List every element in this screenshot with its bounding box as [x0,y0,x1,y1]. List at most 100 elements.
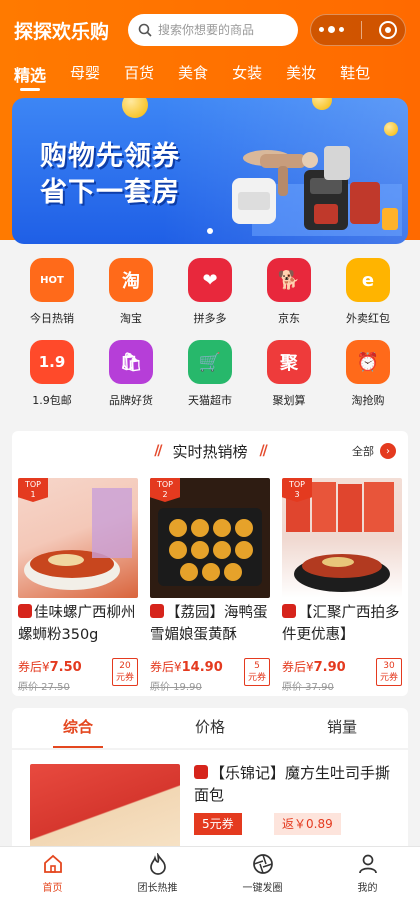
shortcut-brand-goods[interactable]: 🛍 品牌好货 [93,340,169,408]
taobao-icon: 淘 [109,258,153,302]
promo-banner[interactable]: 购物先领券 省下一套房 [12,98,408,244]
tab-baby[interactable]: 母婴 [70,62,100,96]
chevron-right-icon: › [380,443,396,459]
price-row: 券后¥14.90 原价 19.90 5 元券 [150,658,270,693]
tab-beauty[interactable]: 美妆 [286,62,316,96]
header-top-bar: 探探欢乐购 [14,12,406,48]
bottom-navigation: 首页 团长热推 一键发圈 我的 [0,846,420,900]
shortcut-label: 品牌好货 [109,394,153,407]
product-title: 【乐锦记】魔方生吐司手撕面包 [194,764,391,804]
search-input[interactable] [158,23,288,37]
coupon-badge[interactable]: 30 元券 [376,658,402,686]
tab-price[interactable]: 价格 [144,708,276,748]
sort-tabs: 综合 价格 销量 [12,708,408,748]
hot-product-card[interactable]: TOP 1 佳味螺广西柳州螺蛳粉350g 券后¥7.50 原价 27.50 20 元… [18,478,138,693]
tab-shoes-bags[interactable]: 鞋包 [340,62,370,96]
price-row: 券后¥7.90 原价 37.90 30 元券 [282,658,402,693]
shortcut-juhuasuan[interactable]: 聚 聚划算 [251,340,327,408]
original-price: 原价 19.90 [150,682,202,693]
view-all-label: 全部 [352,445,374,458]
rank-badge: TOP 3 [282,478,312,502]
tmall-icon [18,604,32,618]
rebate-badge: 返￥0.89 [274,813,341,835]
coin-icon [312,98,332,110]
brand-bag-icon: 🛍 [109,340,153,384]
more-menu-icon[interactable] [319,26,345,33]
search-box[interactable] [128,14,298,46]
shortcut-label: 淘抢购 [351,394,385,407]
coupon-price: 券后¥7.50 [18,660,82,675]
coupon-price: 券后¥14.90 [150,660,223,675]
takeout-icon: e [346,258,390,302]
jd-icon: 🐕 [267,258,311,302]
nav-home[interactable]: 首页 [0,847,105,900]
product-image: TOP 2 [150,478,270,598]
product-image: TOP 3 [282,478,402,598]
tab-womens-clothing[interactable]: 女装 [232,62,262,96]
nav-leader-picks[interactable]: 团长热推 [105,847,210,900]
view-all-link[interactable]: 全部 › [352,443,396,459]
nav-label: 团长热推 [137,883,178,894]
product-title: 【汇聚广西拍多件更优惠】 [282,604,400,643]
product-title: 佳味螺广西柳州螺蛳粉350g [18,604,136,643]
tab-overall[interactable]: 综合 [12,708,144,748]
hot-ranking-header: // 实时热销榜 // [12,431,408,471]
price-row: 券后¥7.50 原价 27.50 20 元券 [18,658,138,693]
banner-subheadline: 省下一套房 [40,177,180,208]
banner-headline: 购物先领券 [40,141,180,172]
hot-ranking-card: // 实时热销榜 // 全部 › TOP 1 佳味螺广西柳州螺蛳粉350g 券后¥… [12,431,408,696]
tmall-icon [282,604,296,618]
coin-icon [122,98,148,118]
shortcut-taobao[interactable]: 淘 淘宝 [93,258,169,326]
fire-icon [149,853,166,875]
appliances-illustration [232,146,402,236]
close-miniprogram-icon[interactable] [378,21,397,39]
product-title: 【荔园】海鸭蛋雪媚娘蛋黄酥 [150,604,268,643]
hot-product-card[interactable]: TOP 3 【汇聚广西拍多件更优惠】 券后¥7.90 原价 37.90 30 元券 [282,478,402,693]
shortcut-pinduoduo[interactable]: ❤ 拼多多 [172,258,248,326]
decorative-slash-icon: // [259,443,268,459]
carousel-indicator[interactable] [207,228,213,234]
tmall-market-icon: 🛒 [188,340,232,384]
nav-share-moments[interactable]: 一键发圈 [210,847,315,900]
coupon-badge[interactable]: 5元券 [194,813,242,835]
shortcut-takeout-coupon[interactable]: e 外卖红包 [330,258,406,326]
shortcut-free-shipping[interactable]: 1.9 1.9包邮 [14,340,90,408]
tab-food[interactable]: 美食 [178,62,208,96]
coupon-badge[interactable]: 5元券 [244,658,270,686]
product-list-item[interactable]: 【乐锦记】魔方生吐司手撕面包 5元券 返￥0.89 [12,750,408,850]
product-image: TOP 1 [18,478,138,598]
free-shipping-icon: 1.9 [30,340,74,384]
decorative-slash-icon: // [154,443,162,459]
hot-product-card[interactable]: TOP 2 【荔园】海鸭蛋雪媚娘蛋黄酥 券后¥14.90 原价 19.90 5 元券 [150,478,270,693]
alarm-clock-icon: ⏰ [346,340,390,384]
shortcut-label: 今日热销 [30,312,74,325]
shortcut-grid: HOT 今日热销 淘 淘宝 ❤ 拼多多 🐕 京东 e 外卖红包 1.9 1.9包… [0,258,420,422]
coupon-badge[interactable]: 20 元券 [112,658,138,686]
tab-sales[interactable]: 销量 [276,708,408,748]
pinduoduo-icon: ❤ [188,258,232,302]
category-tabs: 精选 母婴 百货 美食 女装 美妆 鞋包 [14,62,420,96]
user-icon [358,854,377,874]
nav-label: 首页 [42,883,63,894]
shortcut-label: 京东 [278,312,300,325]
home-icon [43,854,62,873]
product-image [30,764,180,850]
shortcut-today-hot[interactable]: HOT 今日热销 [14,258,90,326]
hot-product-list: TOP 1 佳味螺广西柳州螺蛳粉350g 券后¥7.50 原价 27.50 20 元… [18,478,402,693]
shortcut-label: 聚划算 [272,394,306,407]
rank-badge: TOP 1 [18,478,48,502]
app-title: 探探欢乐购 [14,20,110,43]
tab-general-merchandise[interactable]: 百货 [124,62,154,96]
shortcut-label: 天猫超市 [188,394,232,407]
shortcut-flash-sale[interactable]: ⏰ 淘抢购 [330,340,406,408]
rank-badge: TOP 2 [150,478,180,502]
tmall-icon [150,604,164,618]
shortcut-jd[interactable]: 🐕 京东 [251,258,327,326]
shutter-icon [252,854,273,874]
search-icon [138,23,152,37]
shortcut-tmall-market[interactable]: 🛒 天猫超市 [172,340,248,408]
miniprogram-capsule [310,14,406,46]
nav-profile[interactable]: 我的 [315,847,420,900]
tab-featured[interactable]: 精选 [14,62,46,96]
